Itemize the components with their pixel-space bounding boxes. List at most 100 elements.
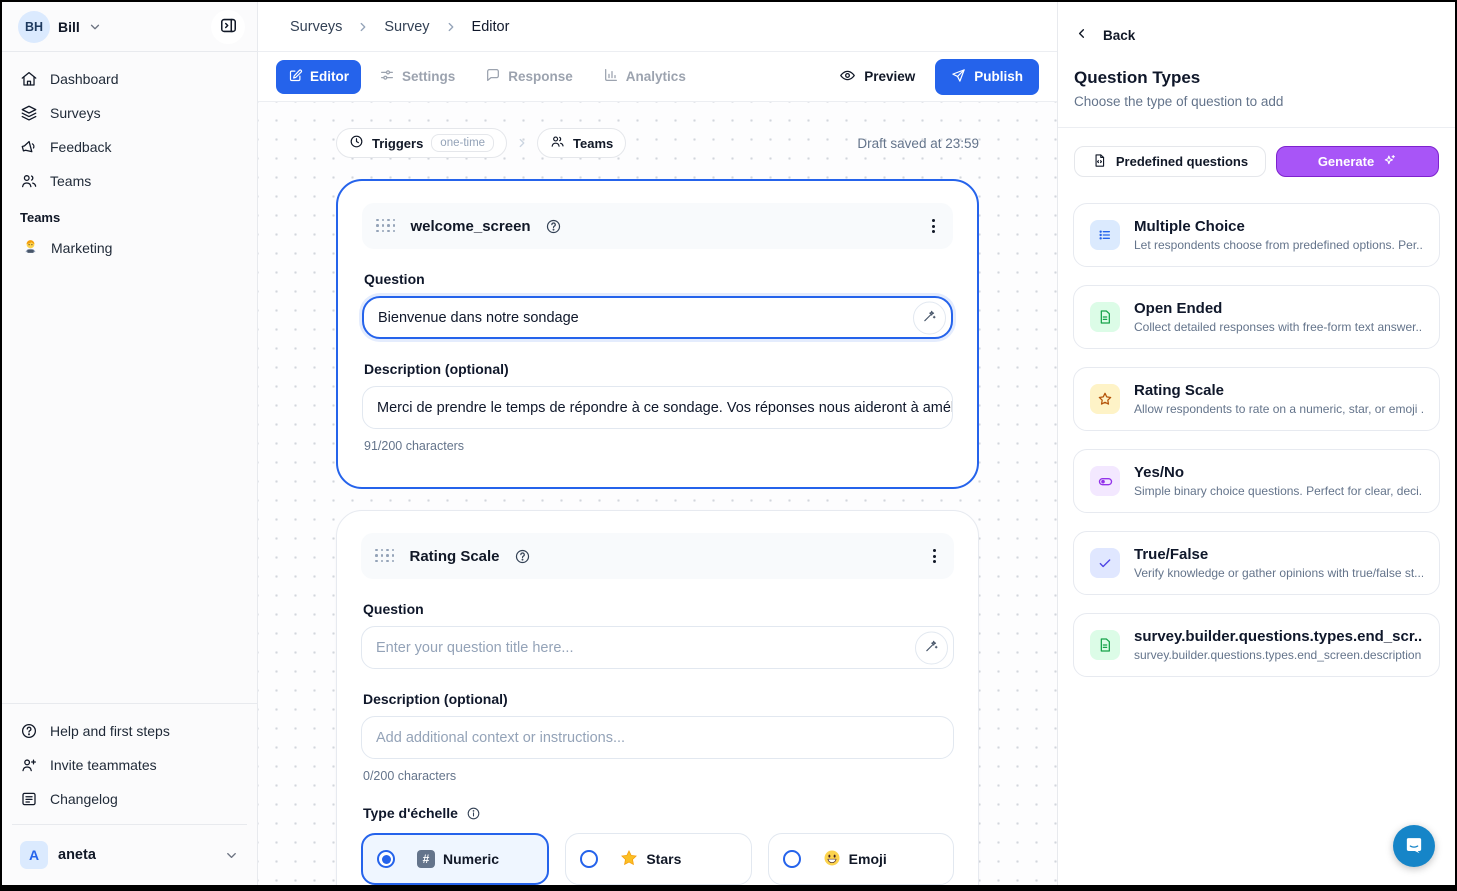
scale-option-emoji[interactable]: Emoji [768,833,954,885]
char-counter: 0/200 characters [363,769,952,783]
generate-label: Generate [1318,154,1374,169]
sidebar-item-help[interactable]: Help and first steps [10,714,249,748]
question-card-rating-scale[interactable]: Rating Scale Question Enter your questio… [336,510,979,885]
canvas-chips-row: Triggers one-time Teams Draft saved at 2… [336,128,979,158]
type-title: survey.builder.questions.types.end_scr..… [1134,628,1423,645]
sidebar-collapse-button[interactable] [211,10,245,44]
layers-icon [20,104,38,122]
help-circle-icon [20,722,38,740]
help-circle-icon[interactable] [514,548,531,565]
home-icon [20,70,38,88]
question-input[interactable]: Bienvenue dans notre sondage [362,296,953,339]
description-input[interactable]: Merci de prendre le temps de répondre à … [362,386,953,429]
user-plus-icon [20,756,38,774]
sidebar-item-label: Help and first steps [50,723,170,739]
sidebar-item-label: Feedback [50,139,111,155]
breadcrumb-survey[interactable]: Survey [384,19,429,35]
survey-canvas: Triggers one-time Teams Draft saved at 2… [258,102,1057,885]
star-icon [1090,384,1120,414]
type-card-multiple-choice[interactable]: Multiple Choice Let respondents choose f… [1073,203,1440,267]
breadcrumb-surveys[interactable]: Surveys [290,19,342,35]
sidebar-item-teams[interactable]: Teams [10,164,249,198]
drag-handle-icon[interactable] [375,549,396,564]
chat-widget-button[interactable] [1393,825,1435,867]
chevron-down-icon [224,848,239,863]
check-icon [1090,548,1120,578]
sidebar-item-changelog[interactable]: Changelog [10,782,249,816]
team-name: Marketing [51,240,112,256]
sidebar-footer: Help and first steps Invite teammates Ch… [2,703,257,885]
scale-type-label: Type d'échelle [363,805,952,821]
generate-button[interactable]: Generate [1276,146,1439,177]
publish-button[interactable]: Publish [935,59,1039,95]
ai-wand-button[interactable] [913,301,946,334]
tab-label: Response [508,69,573,84]
question-input[interactable]: Enter your question title here... [361,626,954,669]
ai-wand-button[interactable] [915,631,948,664]
type-card-true-false[interactable]: True/False Verify knowledge or gather op… [1073,531,1440,595]
type-title: Multiple Choice [1134,218,1423,235]
type-description: Let respondents choose from predefined o… [1134,238,1423,252]
sidebar-item-invite[interactable]: Invite teammates [10,748,249,782]
help-circle-icon[interactable] [545,218,562,235]
info-circle-icon[interactable] [466,806,481,821]
sidebar-item-dashboard[interactable]: Dashboard [10,62,249,96]
send-icon [951,68,966,86]
draft-status: Draft saved at 23:59 [857,136,979,151]
option-label: Numeric [443,851,499,867]
triggers-chip[interactable]: Triggers one-time [336,128,507,158]
sidebar: BH Bill Dashboard [2,2,258,885]
type-card-rating-scale[interactable]: Rating Scale Allow respondents to rate o… [1073,367,1440,431]
account-menu[interactable]: A aneta [10,833,249,877]
panel-subtitle: Choose the type of question to add [1074,94,1439,127]
document-icon [1090,630,1120,660]
more-options-icon[interactable] [929,545,940,567]
sidebar-item-label: Surveys [50,105,101,121]
sidebar-item-surveys[interactable]: Surveys [10,96,249,130]
drag-handle-icon[interactable] [376,219,397,234]
type-description: Verify knowledge or gather opinions with… [1134,566,1423,580]
sidebar-item-label: Teams [50,173,91,189]
type-card-open-ended[interactable]: Open Ended Collect detailed responses wi… [1073,285,1440,349]
divider [12,824,247,825]
card-title: Rating Scale [410,548,500,565]
question-value: Bienvenue dans notre sondage [378,310,579,326]
panel-toggle-icon [219,16,238,38]
chat-bubble-icon [1403,834,1425,859]
preview-button[interactable]: Preview [829,59,925,95]
account-avatar: A [20,841,48,869]
tab-label: Analytics [626,69,686,84]
account-name: aneta [58,847,214,863]
workspace-switcher[interactable]: BH Bill [2,2,257,52]
type-card-end-screen[interactable]: survey.builder.questions.types.end_scr..… [1073,613,1440,677]
type-title: Rating Scale [1134,382,1423,399]
teams-chip[interactable]: Teams [537,128,626,158]
teams-chip-label: Teams [573,136,613,151]
back-button[interactable]: Back [1074,26,1439,44]
radio-selected-icon [377,850,395,868]
scale-option-numeric[interactable]: # Numeric [361,833,549,885]
tab-analytics[interactable]: Analytics [591,59,698,94]
question-type-list: Multiple Choice Let respondents choose f… [1058,177,1455,677]
panel-actions: Predefined questions Generate [1058,128,1455,177]
more-options-icon[interactable] [928,215,939,237]
description-input[interactable]: Add additional context or instructions..… [361,716,954,759]
triggers-label: Triggers [372,136,423,151]
type-title: Yes/No [1134,464,1423,481]
predefined-questions-button[interactable]: Predefined questions [1074,146,1266,177]
question-label: Question [363,601,952,617]
tab-settings[interactable]: Settings [367,59,467,94]
question-card-welcome-screen[interactable]: welcome_screen Question Bienvenue dans n… [336,179,979,489]
breadcrumb-editor[interactable]: Editor [472,19,510,35]
clock-icon [349,134,364,152]
scale-option-stars[interactable]: Stars [565,833,751,885]
publish-label: Publish [974,69,1023,84]
question-types-panel: Back Question Types Choose the type of q… [1057,2,1455,885]
editor-toolbar: Editor Settings Response Analytics [258,52,1057,102]
type-description: Allow respondents to rate on a numeric, … [1134,402,1423,416]
tab-response[interactable]: Response [473,59,585,94]
sidebar-item-feedback[interactable]: Feedback [10,130,249,164]
sidebar-team-marketing[interactable]: Marketing [10,231,249,265]
type-card-yes-no[interactable]: Yes/No Simple binary choice questions. P… [1073,449,1440,513]
tab-editor[interactable]: Editor [276,60,361,94]
